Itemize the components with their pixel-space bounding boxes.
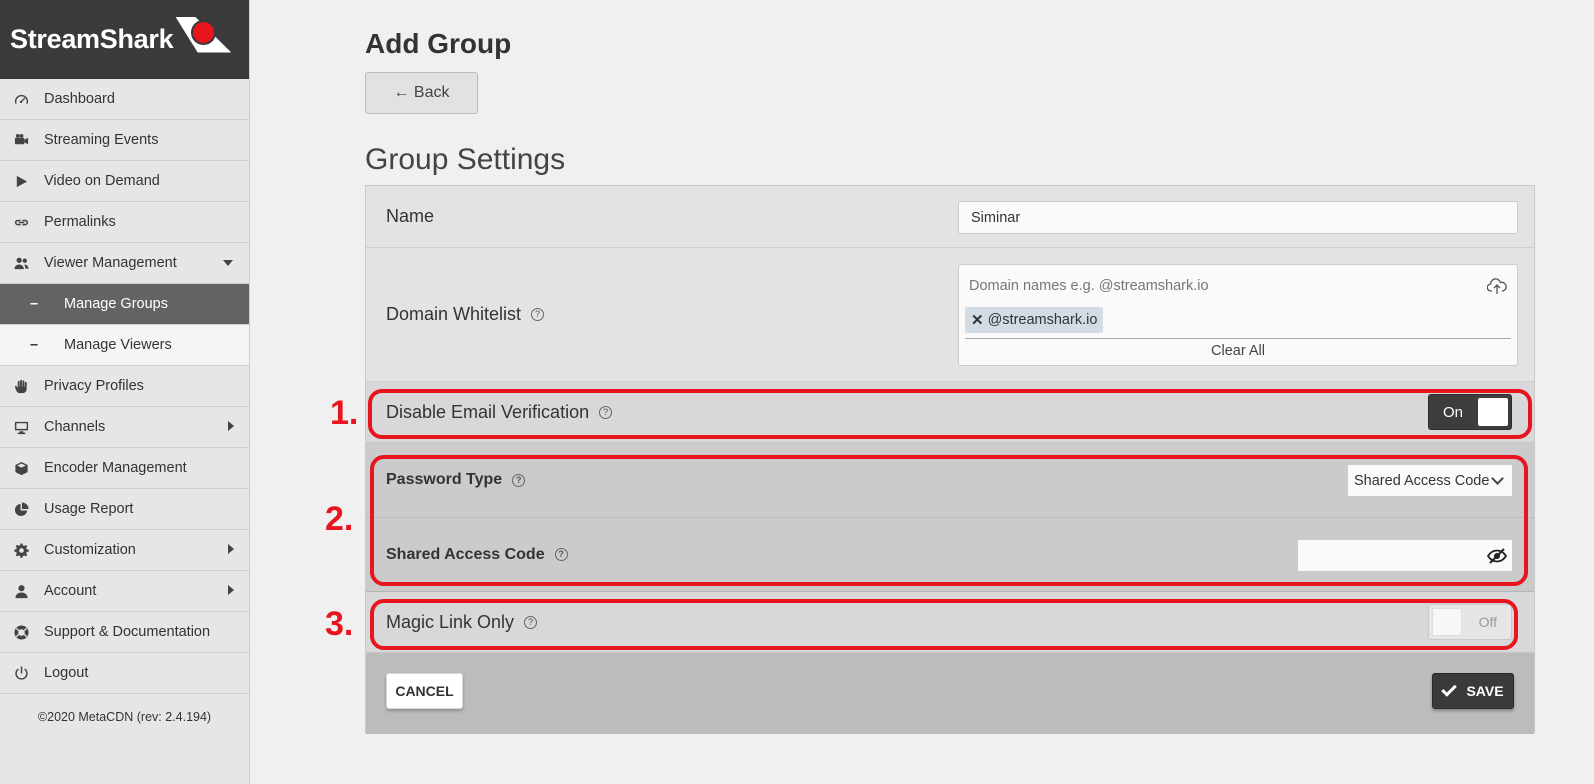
sidebar-item-usage-report[interactable]: Usage Report [0,489,249,530]
sidebar-item-support[interactable]: Support & Documentation [0,612,249,653]
domain-tag: ✕ @streamshark.io [965,307,1104,333]
divider [965,338,1511,339]
caret-right-icon [228,544,234,554]
section-title: Group Settings [365,143,566,176]
sidebar-item-label: Customization [44,542,136,558]
name-field[interactable] [958,201,1518,234]
sidebar-subitem-label: Manage Viewers [64,337,172,353]
page-title: Add Group [365,28,512,59]
cancel-button[interactable]: CANCEL [386,673,463,709]
form-actions: CANCEL SAVE [366,653,1534,734]
link-icon [0,215,44,230]
sidebar-item-label: Encoder Management [44,460,187,476]
sidebar-item-privacy-profiles[interactable]: Privacy Profiles [0,366,249,407]
sidebar-item-label: Dashboard [44,91,115,107]
domain-tag-label: @streamshark.io [987,312,1098,328]
sidebar-item-encoder-management[interactable]: Encoder Management [0,448,249,489]
sidebar-item-account[interactable]: Account [0,571,249,612]
remove-tag-icon[interactable]: ✕ [971,311,984,329]
sidebar-item-label: Account [44,583,97,599]
shark-logo-icon [175,16,233,57]
logo[interactable]: StreamShark [0,0,249,79]
caret-right-icon [228,421,234,431]
sidebar-item-label: Privacy Profiles [44,378,144,394]
sidebar-item-label: Channels [44,419,106,435]
domain-whitelist-label: Domain Whitelist [386,304,522,324]
cube-icon [0,461,44,476]
back-button[interactable]: ← Back [365,72,478,114]
sidebar-item-viewer-management[interactable]: Viewer Management [0,243,249,284]
sidebar: StreamShark Dashboard Streaming Events V… [0,0,250,784]
annotation-box-2 [370,455,1528,586]
sidebar-item-label: Support & Documentation [44,624,211,640]
brand-name: StreamShark [10,24,174,54]
sidebar-item-permalinks[interactable]: Permalinks [0,202,249,243]
sidebar-item-label: Logout [44,665,89,681]
sidebar-item-streaming-events[interactable]: Streaming Events [0,120,249,161]
annotation-number-2: 2. [325,500,354,538]
annotation-box-1 [368,389,1532,439]
dash-icon: – [30,337,39,353]
domain-whitelist-input[interactable]: Domain names e.g. @streamshark.io ✕ @str… [958,264,1518,366]
sidebar-item-label: Usage Report [44,501,134,517]
hand-icon [0,379,44,394]
copyright: ©2020 MetaCDN (rev: 2.4.194) [37,710,212,724]
sidebar-subitem-label: Manage Groups [64,296,168,312]
name-row: Name [366,186,1534,248]
sidebar-item-channels[interactable]: Channels [0,407,249,448]
life-ring-icon [0,624,44,640]
domain-whitelist-row: Domain Whitelist ? Domain names e.g. @st… [366,248,1534,382]
sidebar-item-dashboard[interactable]: Dashboard [0,79,249,120]
sidebar-item-customization[interactable]: Customization [0,530,249,571]
gauge-icon [0,92,44,107]
sidebar-item-label: Permalinks [44,214,116,230]
annotation-number-1: 1. [330,394,359,432]
dash-icon: – [30,296,39,312]
video-camera-icon [0,133,44,148]
monitor-icon [0,420,44,435]
play-icon [0,174,44,189]
caret-down-icon [223,260,233,266]
annotation-number-3: 3. [325,605,354,643]
sidebar-subitem-manage-groups[interactable]: – Manage Groups [0,284,249,325]
sidebar-item-label: Viewer Management [44,255,177,271]
sidebar-item-video-on-demand[interactable]: Video on Demand [0,161,249,202]
clear-all-button[interactable]: Clear All [959,343,1517,359]
save-button[interactable]: SAVE [1432,673,1514,709]
pie-chart-icon [0,501,44,517]
check-icon [1441,681,1458,697]
help-icon[interactable]: ? [531,308,545,321]
cloud-upload-icon[interactable] [1487,277,1507,295]
sidebar-item-label: Streaming Events [44,132,159,148]
users-icon [0,256,44,271]
annotation-box-3 [370,599,1518,650]
domain-placeholder: Domain names e.g. @streamshark.io [969,278,1209,294]
sidebar-subitem-manage-viewers[interactable]: – Manage Viewers [0,325,249,366]
user-icon [0,584,44,599]
gear-icon [0,542,44,558]
sidebar-item-label: Video on Demand [44,173,160,189]
power-icon [0,665,44,681]
name-label: Name [386,206,435,226]
sidebar-item-logout[interactable]: Logout [0,653,249,694]
caret-right-icon [228,585,234,595]
save-label: SAVE [1466,683,1504,699]
